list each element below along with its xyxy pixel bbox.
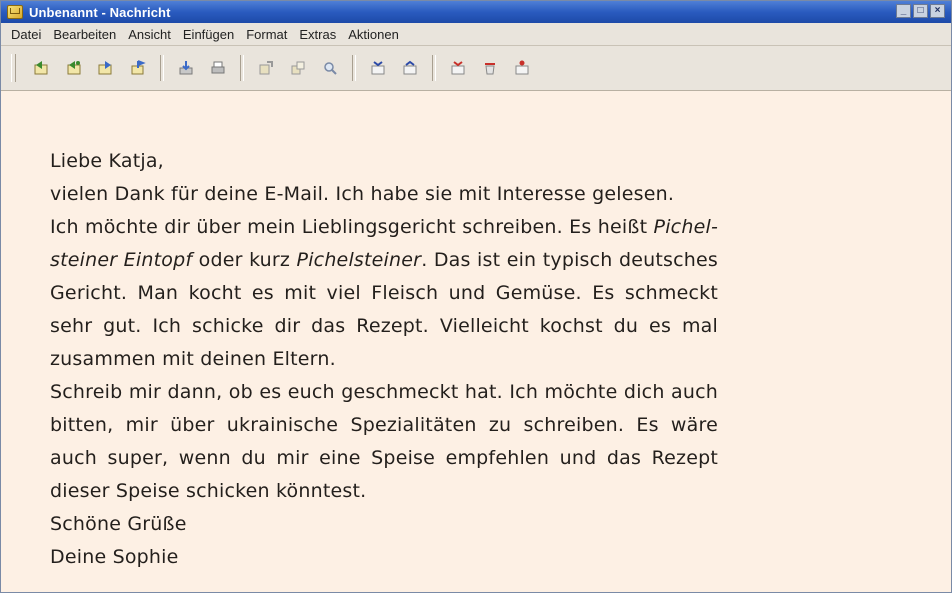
closing: Schöne Grüße: [50, 513, 187, 535]
paragraph-dish-part-2: oder kurz: [192, 249, 297, 271]
find-button[interactable]: [319, 57, 341, 79]
dish-name-short: Pichelsteiner: [296, 249, 422, 271]
reply-button[interactable]: [31, 57, 53, 79]
print-icon: [211, 61, 225, 74]
menu-bearbeiten[interactable]: Bearbeiten: [53, 27, 116, 42]
reply-all-icon: [67, 61, 81, 75]
copy-button[interactable]: [287, 57, 309, 79]
mark-button[interactable]: [511, 57, 533, 79]
save-icon: [179, 61, 193, 75]
menu-extras[interactable]: Extras: [299, 27, 336, 42]
forward-icon: [98, 61, 112, 75]
reply-all-button[interactable]: [63, 57, 85, 79]
print-button[interactable]: [207, 57, 229, 79]
menu-datei[interactable]: Datei: [11, 27, 41, 42]
find-icon: [324, 62, 337, 75]
message-window: Unbenannt - Nachricht _ □ × Datei Bearbe…: [0, 0, 952, 593]
save-button[interactable]: [175, 57, 197, 79]
move-icon: [259, 61, 273, 75]
close-button[interactable]: ×: [930, 4, 945, 18]
message-body[interactable]: Liebe Katja, vielen Dank für deine E-Mai…: [50, 145, 718, 574]
window-title: Unbenannt - Nachricht: [29, 4, 171, 20]
toolbar: [1, 46, 951, 91]
menu-ansicht[interactable]: Ansicht: [128, 27, 171, 42]
maximize-button[interactable]: □: [913, 4, 928, 18]
previous-button[interactable]: [367, 57, 389, 79]
clear-icon: [485, 63, 495, 75]
clear-button[interactable]: [479, 57, 501, 79]
delete-icon: [451, 61, 465, 75]
forward-button[interactable]: [95, 57, 117, 79]
message-app-icon: [7, 5, 23, 19]
menu-format[interactable]: Format: [246, 27, 287, 42]
menu-aktionen[interactable]: Aktionen: [348, 27, 399, 42]
paragraph-request: Schreib mir dann, ob es euch geschmeckt …: [50, 381, 718, 502]
copy-icon: [291, 61, 305, 75]
flag-icon: [131, 60, 146, 75]
paragraph-dish: Ich möchte dir über mein Lieblingsgerich…: [50, 211, 718, 376]
menu-einfuegen[interactable]: Einfügen: [183, 27, 234, 42]
next-button[interactable]: [399, 57, 421, 79]
toolbar-separator: [160, 55, 164, 81]
toolbar-grip[interactable]: [11, 54, 16, 82]
flag-button[interactable]: [127, 57, 149, 79]
signature: Deine Sophie: [50, 546, 179, 568]
toolbar-separator: [432, 55, 436, 81]
paragraph-dish-part-1: Ich möchte dir über mein Lieblingsgerich…: [50, 216, 654, 238]
title-bar[interactable]: Unbenannt - Nachricht _ □ ×: [1, 1, 951, 23]
window-controls: _ □ ×: [896, 4, 945, 18]
next-icon: [403, 60, 417, 75]
message-body-area[interactable]: Liebe Katja, vielen Dank für deine E-Mai…: [1, 92, 951, 592]
paragraph-thanks: vielen Dank für deine E-Mail. Ich habe s…: [50, 183, 675, 205]
previous-icon: [371, 61, 385, 75]
greeting: Liebe Katja,: [50, 150, 164, 172]
move-button[interactable]: [255, 57, 277, 79]
mark-icon: [515, 60, 529, 75]
toolbar-separator: [240, 55, 244, 81]
minimize-button[interactable]: _: [896, 4, 911, 18]
menu-bar: Datei Bearbeiten Ansicht Einfügen Format…: [1, 23, 951, 46]
toolbar-separator: [352, 55, 356, 81]
reply-icon: [34, 61, 48, 75]
delete-button[interactable]: [447, 57, 469, 79]
